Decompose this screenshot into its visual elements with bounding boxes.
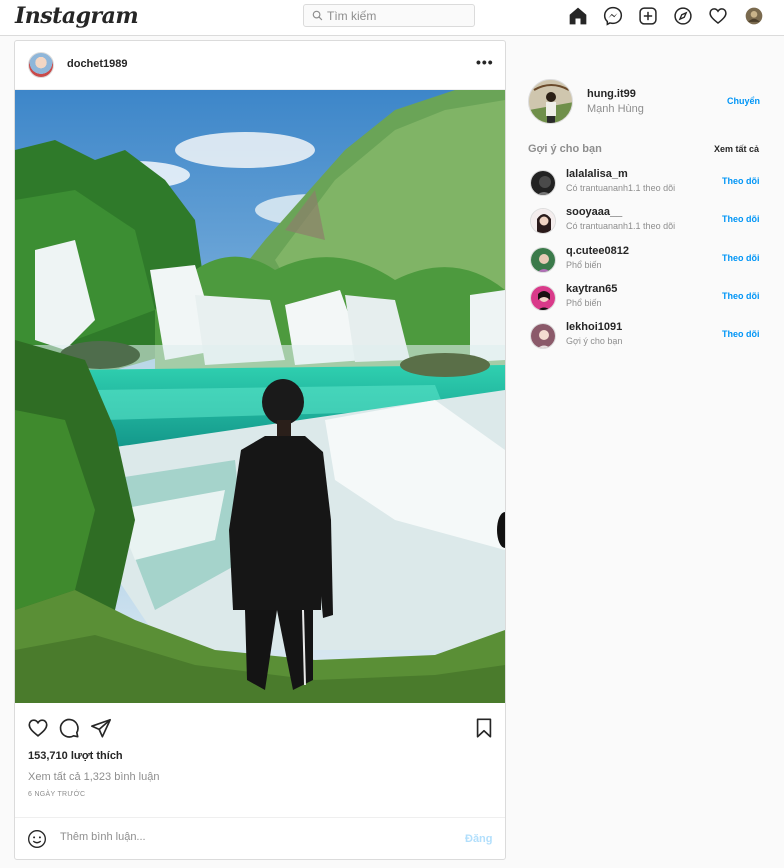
post-actions-bar	[15, 703, 505, 751]
home-icon[interactable]	[567, 6, 589, 26]
more-options-icon[interactable]: •••	[476, 54, 494, 70]
suggestion-reason: Phổ biến	[566, 260, 602, 270]
current-user-username[interactable]: hung.it99	[587, 88, 636, 100]
emoji-icon[interactable]	[27, 829, 47, 849]
suggestion-item: lalalalisa_m Có trantuananh1.1 theo dõi …	[530, 168, 764, 198]
post-header: dochet1989 •••	[15, 41, 505, 90]
comment-input[interactable]	[60, 831, 440, 843]
suggestion-reason: Có trantuananh1.1 theo dõi	[566, 183, 676, 193]
post-author-avatar[interactable]	[28, 52, 54, 78]
suggestion-username[interactable]: lalalalisa_m	[566, 168, 628, 180]
activity-heart-icon[interactable]	[707, 6, 729, 26]
suggestion-avatar[interactable]	[530, 285, 556, 311]
post-author-username[interactable]: dochet1989	[67, 58, 128, 70]
messenger-icon[interactable]	[602, 6, 624, 26]
like-heart-icon[interactable]	[27, 717, 49, 739]
suggestion-reason: Phổ biến	[566, 298, 602, 308]
top-navigation-bar: Instagram	[0, 0, 784, 36]
search-box[interactable]	[303, 4, 475, 27]
bookmark-icon[interactable]	[473, 717, 495, 739]
follow-button[interactable]: Theo dõi	[722, 291, 760, 301]
suggestion-item: q.cutee0812 Phổ biến Theo dõi	[530, 245, 764, 275]
suggestion-username[interactable]: q.cutee0812	[566, 245, 629, 257]
like-count[interactable]: 153,710 lượt thích	[28, 750, 123, 762]
current-user-fullname: Mạnh Hùng	[587, 103, 644, 115]
suggestion-item: sooyaaa__ Có trantuananh1.1 theo dõi The…	[530, 206, 764, 236]
suggestion-item: lekhoi1091 Gợi ý cho bạn Theo dõi	[530, 321, 764, 351]
suggestion-reason: Gợi ý cho bạn	[566, 336, 623, 346]
post-comment-button[interactable]: Đăng	[465, 833, 493, 845]
suggestions-title: Gợi ý cho bạn	[528, 143, 602, 155]
follow-button[interactable]: Theo dõi	[722, 214, 760, 224]
new-post-icon[interactable]	[637, 6, 659, 26]
current-user-avatar[interactable]	[528, 79, 573, 124]
search-icon	[312, 10, 323, 21]
switch-account-button[interactable]: Chuyển	[727, 96, 760, 106]
see-all-suggestions-link[interactable]: Xem tất cả	[714, 144, 759, 154]
post-photo[interactable]	[15, 90, 505, 703]
suggestion-avatar[interactable]	[530, 208, 556, 234]
post-timestamp: 6 NGÀY TRƯỚC	[28, 791, 86, 798]
explore-icon[interactable]	[672, 6, 694, 26]
view-all-comments-link[interactable]: Xem tất cả 1,323 bình luận	[28, 771, 159, 783]
comment-icon[interactable]	[58, 717, 80, 739]
suggestion-avatar[interactable]	[530, 247, 556, 273]
add-comment-bar: Đăng	[15, 817, 505, 859]
instagram-logo[interactable]: Instagram	[15, 3, 139, 29]
suggestion-username[interactable]: kaytran65	[566, 283, 617, 295]
suggestion-username[interactable]: sooyaaa__	[566, 206, 622, 218]
share-icon[interactable]	[90, 717, 112, 739]
follow-button[interactable]: Theo dõi	[722, 329, 760, 339]
feed-post: dochet1989 ••• 153,710 lượt thích Xem tấ…	[14, 40, 506, 860]
suggestion-avatar[interactable]	[530, 323, 556, 349]
follow-button[interactable]: Theo dõi	[722, 253, 760, 263]
suggestion-reason: Có trantuananh1.1 theo dõi	[566, 221, 676, 231]
suggestion-username[interactable]: lekhoi1091	[566, 321, 622, 333]
suggestion-item: kaytran65 Phổ biến Theo dõi	[530, 283, 764, 313]
suggestion-avatar[interactable]	[530, 170, 556, 196]
follow-button[interactable]: Theo dõi	[722, 176, 760, 186]
profile-avatar[interactable]	[743, 6, 765, 26]
search-input[interactable]	[327, 8, 467, 23]
